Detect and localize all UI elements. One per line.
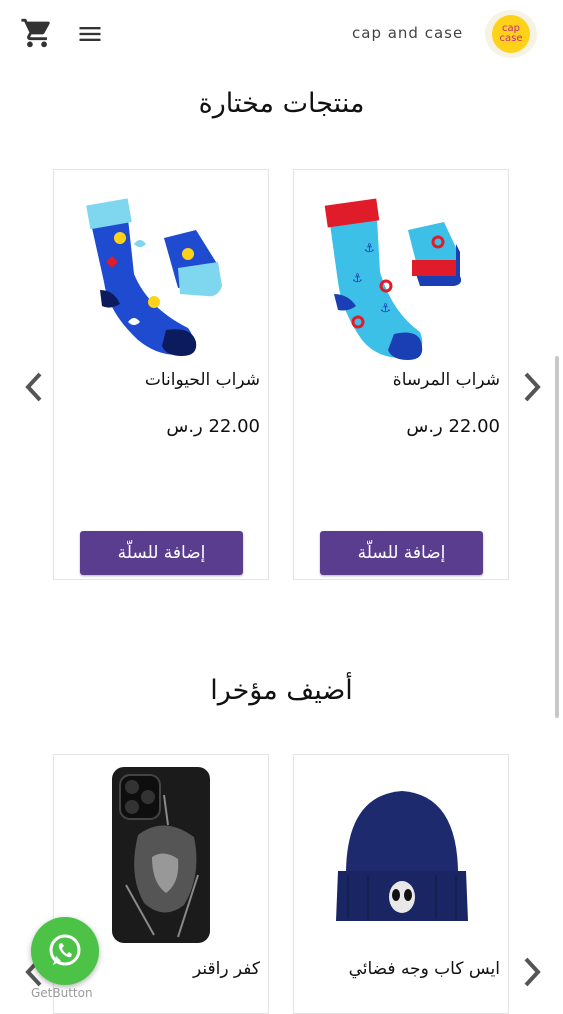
product-card[interactable]: ⚓ ⚓ ⚓ شراب المرساة 22.00 ر.س إضافة للسلّ…	[293, 169, 509, 580]
svg-text:⚓: ⚓	[364, 241, 375, 255]
logo-text-bottom: case	[499, 33, 523, 44]
getbutton-label[interactable]: GetButton	[31, 986, 93, 1000]
alien-beanie-image[interactable]	[308, 775, 496, 945]
brand-logo[interactable]: cap case	[485, 10, 537, 58]
logo-badge: cap case	[492, 15, 530, 53]
hamburger-menu-icon[interactable]	[76, 20, 104, 48]
carousel-next-icon[interactable]	[518, 955, 546, 989]
add-to-cart-button[interactable]: إضافة للسلّة	[80, 531, 243, 575]
product-name[interactable]: شراب الحيوانات	[145, 370, 260, 390]
svg-text:⚓: ⚓	[352, 271, 363, 285]
shopping-cart-icon[interactable]	[20, 16, 54, 50]
add-to-cart-button[interactable]: إضافة للسلّة	[320, 531, 483, 575]
product-price: 22.00 ر.س	[406, 416, 500, 437]
scrollbar[interactable]	[555, 356, 559, 718]
anchor-socks-image[interactable]: ⚓ ⚓ ⚓	[308, 182, 496, 367]
header: cap and case cap case	[0, 0, 563, 68]
product-price: 22.00 ر.س	[166, 416, 260, 437]
brand-name[interactable]: cap and case	[352, 24, 463, 42]
carousel-next-icon[interactable]	[518, 370, 546, 404]
whatsapp-button[interactable]	[31, 917, 99, 985]
product-card[interactable]: شراب الحيوانات 22.00 ر.س إضافة للسلّة	[53, 169, 269, 580]
phone-case-image[interactable]	[68, 765, 256, 945]
featured-title: منتجات مختارة	[198, 88, 365, 119]
product-card[interactable]: ايس كاب وجه فضائي	[293, 754, 509, 1014]
product-name[interactable]: شراب المرساة	[393, 370, 500, 390]
product-name[interactable]: ايس كاب وجه فضائي	[349, 959, 500, 979]
svg-text:⚓: ⚓	[380, 301, 391, 315]
recent-title: أضيف مؤخرا	[210, 675, 353, 706]
carousel-prev-icon[interactable]	[20, 370, 48, 404]
animal-socks-image[interactable]	[68, 182, 256, 367]
product-name[interactable]: كفر راقنر	[193, 959, 260, 979]
whatsapp-icon	[49, 934, 81, 966]
